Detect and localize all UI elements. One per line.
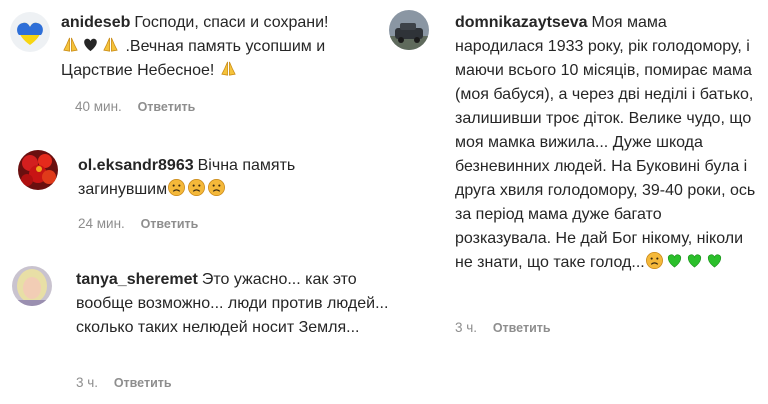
reply-button[interactable]: Ответить bbox=[493, 321, 551, 335]
comment-meta: 3 ч. Ответить bbox=[76, 375, 172, 390]
pray-icon bbox=[103, 37, 118, 52]
reply-button[interactable]: Ответить bbox=[138, 100, 196, 114]
green-heart-icon bbox=[667, 254, 681, 268]
comment-meta: 24 мин. Ответить bbox=[78, 216, 198, 231]
sad-face-icon bbox=[188, 179, 206, 196]
comment-body: tanya_sheremet Это ужасно... как это вооб… bbox=[76, 268, 396, 340]
comment-username[interactable]: domnikazaytseva bbox=[455, 14, 588, 31]
comment-text: Моя мама народилася 1933 року, рік голод… bbox=[455, 14, 756, 271]
comment-meta: 40 мин. Ответить bbox=[75, 99, 195, 114]
flowers-avatar-icon bbox=[18, 150, 58, 190]
pray-icon bbox=[63, 37, 78, 52]
comment-time[interactable]: 40 мин. bbox=[75, 99, 122, 114]
avatar[interactable] bbox=[10, 12, 50, 52]
sad-face-icon bbox=[645, 252, 663, 269]
green-heart-icon bbox=[707, 254, 721, 268]
comment-body: domnikazaytseva Моя мама народилася 1933 … bbox=[455, 11, 758, 275]
comment-username[interactable]: anideseb bbox=[61, 14, 130, 31]
comment-body: ol.eksandr8963 Вічна память загинувшим bbox=[78, 154, 368, 202]
car-avatar-icon bbox=[389, 10, 429, 50]
avatar[interactable] bbox=[18, 150, 58, 190]
avatar[interactable] bbox=[389, 10, 429, 50]
comment-text: Господи, спаси и сохрани! bbox=[134, 14, 329, 31]
woman-avatar-icon bbox=[12, 266, 52, 306]
comment-username[interactable]: tanya_sheremet bbox=[76, 271, 198, 288]
avatar[interactable] bbox=[12, 266, 52, 306]
comment-meta: 3 ч. Ответить bbox=[455, 320, 551, 335]
comment-time[interactable]: 3 ч. bbox=[455, 320, 477, 335]
green-heart-icon bbox=[687, 254, 701, 268]
reply-button[interactable]: Ответить bbox=[141, 217, 199, 231]
comment-time[interactable]: 3 ч. bbox=[76, 375, 98, 390]
pray-icon bbox=[221, 61, 236, 76]
comment-body: anideseb Господи, спаси и сохрани! .Вечна… bbox=[61, 11, 381, 83]
reply-button[interactable]: Ответить bbox=[114, 376, 172, 390]
comment-username[interactable]: ol.eksandr8963 bbox=[78, 157, 194, 174]
sad-face-icon bbox=[168, 179, 186, 196]
heart-icon bbox=[84, 38, 97, 52]
comment-time[interactable]: 24 мин. bbox=[78, 216, 125, 231]
heart-avatar-icon bbox=[10, 12, 50, 52]
sad-face-icon bbox=[208, 179, 226, 196]
